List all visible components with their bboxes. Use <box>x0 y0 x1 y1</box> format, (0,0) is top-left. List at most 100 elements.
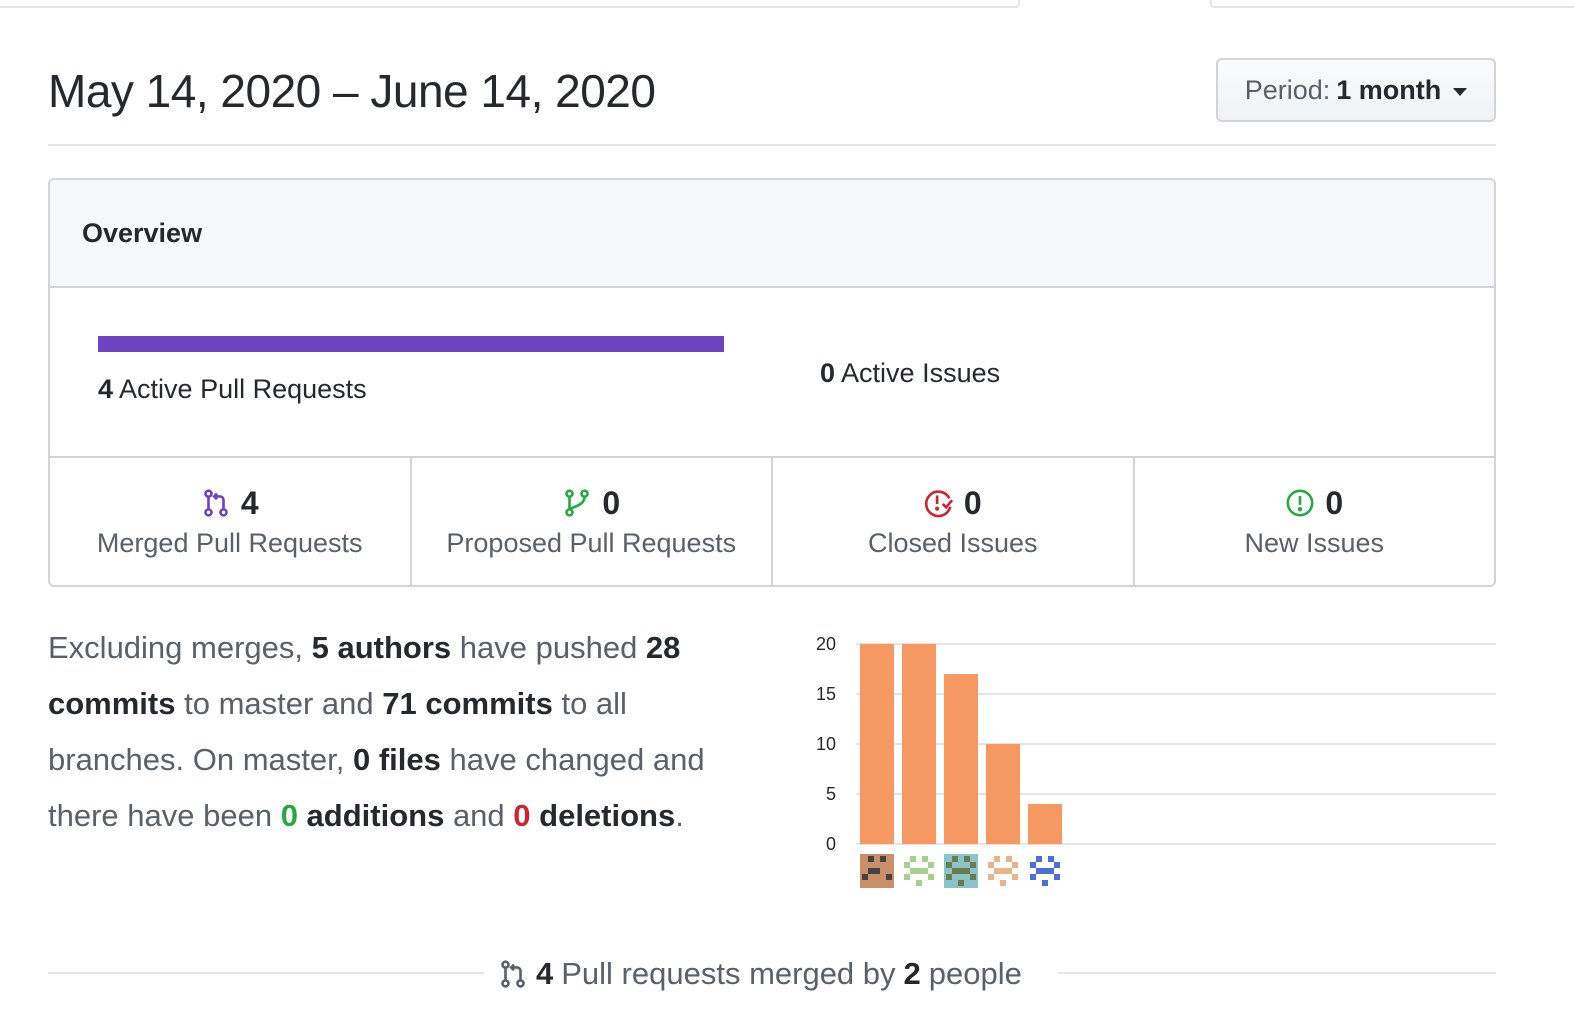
period-value: 1 month <box>1336 74 1442 105</box>
period-select-button[interactable]: Period: 1 month <box>1216 58 1496 122</box>
avatar-pixel <box>922 856 928 862</box>
commit-bar[interactable] <box>944 674 978 844</box>
pulse-page: May 14, 2020 – June 14, 2020 Period: 1 m… <box>0 0 1574 1028</box>
commit-bar[interactable] <box>1028 804 1062 844</box>
summary-text: and <box>444 798 514 833</box>
avatar-pixel <box>928 874 934 880</box>
avatar-pixel <box>1012 874 1018 880</box>
avatar-pixel <box>916 868 922 874</box>
top-tabs <box>0 0 1574 8</box>
avatar-pixel <box>1042 880 1048 886</box>
merged-count: 4 <box>536 956 554 991</box>
avatar-pixel <box>904 862 910 868</box>
avatar-pixel <box>946 862 952 868</box>
active-prs-label: Active Pull Requests <box>119 374 367 404</box>
avatar-pixel <box>922 868 928 874</box>
overview-summary: 4 Active Pull Requests 0 Active Issues <box>50 288 1494 458</box>
footer-text: people <box>928 956 1022 991</box>
avatar-pixel <box>1054 862 1060 868</box>
commit-bar[interactable] <box>986 744 1020 844</box>
avatar-pixel <box>1042 868 1048 874</box>
avatar-pixel <box>874 868 880 874</box>
stat-new-issues[interactable]: 0 New Issues <box>1135 458 1495 585</box>
stat-label: Closed Issues <box>867 528 1038 558</box>
avatar-pixel <box>958 868 964 874</box>
files-changed: 0 files <box>352 742 441 777</box>
avatar-pixel <box>910 856 916 862</box>
people-count: 2 <box>903 956 921 991</box>
merged-prs-summary: 4 Pull requests merged by 2 people <box>498 956 1022 992</box>
author-avatar[interactable] <box>902 854 936 888</box>
summary-text: to master and <box>175 686 383 721</box>
avatar-pixel <box>964 868 970 874</box>
author-avatar[interactable] <box>860 854 894 888</box>
avatar-pixel <box>946 874 952 880</box>
active-prs-bar[interactable] <box>98 336 724 352</box>
avatar-pixel <box>958 880 964 886</box>
avatar-pixel <box>1012 862 1018 868</box>
active-prs-count: 4 <box>98 374 114 404</box>
avatar-pixel <box>1030 862 1036 868</box>
issue-opened-icon <box>1286 489 1314 517</box>
stat-merged-prs[interactable]: 4 Merged Pull Requests <box>50 458 412 585</box>
stat-label: Proposed Pull Requests <box>446 528 737 558</box>
active-issues-count: 0 <box>820 358 836 388</box>
additions-label: additions <box>297 798 445 833</box>
avatar-pixel <box>970 874 976 880</box>
author-avatar[interactable] <box>986 854 1020 888</box>
commit-bar[interactable] <box>860 644 894 844</box>
stat-label: New Issues <box>1244 528 1385 558</box>
stat-label: Merged Pull Requests <box>96 528 363 558</box>
summary-text: Excluding merges, <box>48 630 312 665</box>
issue-closed-icon <box>924 490 953 518</box>
avatar-pixel <box>1036 856 1042 862</box>
overview-box: Overview 4 Active Pull Requests 0 Active… <box>48 178 1496 587</box>
avatar-pixel <box>1006 868 1012 874</box>
pulse-header: May 14, 2020 – June 14, 2020 Period: 1 m… <box>48 58 1496 146</box>
avatar-pixel <box>904 874 910 880</box>
avatar-pixel <box>952 868 958 874</box>
tab-left[interactable] <box>0 0 1020 8</box>
author-avatar[interactable] <box>944 854 978 888</box>
summary-text: have pushed <box>451 630 646 665</box>
avatar-pixel <box>964 856 970 862</box>
avatar-pixel <box>988 874 994 880</box>
divider-line <box>1058 972 1496 974</box>
avatar-pixel <box>916 880 922 886</box>
active-prs-link[interactable]: 4 Active Pull Requests <box>98 374 367 405</box>
deletions-count: 0 <box>513 798 531 833</box>
commits-all-link[interactable]: 71 commits <box>382 686 553 721</box>
avatar-pixel <box>928 862 934 868</box>
git-pull-request-icon <box>565 489 590 517</box>
stat-count: 4 <box>240 484 259 521</box>
avatar-pixel <box>994 868 1000 874</box>
avatar-pixel <box>880 856 886 862</box>
active-issues-link[interactable]: 0 Active Issues <box>820 358 1000 389</box>
stat-count: 0 <box>1325 484 1344 521</box>
overview-header: Overview <box>50 180 1494 288</box>
commit-bar[interactable] <box>902 644 936 844</box>
avatar-pixel <box>1036 868 1042 874</box>
avatar-pixel <box>1048 868 1054 874</box>
deletions-label: deletions <box>530 798 676 833</box>
avatar-pixel <box>1000 880 1006 886</box>
avatar-pixel <box>1048 856 1054 862</box>
avatar-pixel <box>1030 874 1036 880</box>
footer-text: Pull requests merged by <box>561 956 896 991</box>
divider-line <box>48 972 484 974</box>
avatar-pixel <box>994 856 1000 862</box>
commits-by-author-chart: 0 5 10 15 20 <box>800 620 1500 900</box>
tab-right[interactable] <box>1210 0 1574 8</box>
stat-proposed-prs[interactable]: 0 Proposed Pull Requests <box>412 458 773 585</box>
chart-svg: 0 5 10 15 20 <box>816 634 1496 888</box>
avatar-pixel <box>886 874 892 880</box>
stat-closed-issues[interactable]: 0 Closed Issues <box>773 458 1135 585</box>
overview-title: Overview <box>82 217 203 248</box>
avatar-pixel <box>910 868 916 874</box>
y-tick-label: 15 <box>816 684 836 704</box>
active-issues-label: Active Issues <box>841 358 1001 388</box>
author-avatar[interactable] <box>1028 854 1062 888</box>
authors-link[interactable]: 5 authors <box>312 630 452 665</box>
git-merge-icon <box>204 489 228 517</box>
commit-summary: Excluding merges, 5 authors have pushed … <box>48 620 748 844</box>
